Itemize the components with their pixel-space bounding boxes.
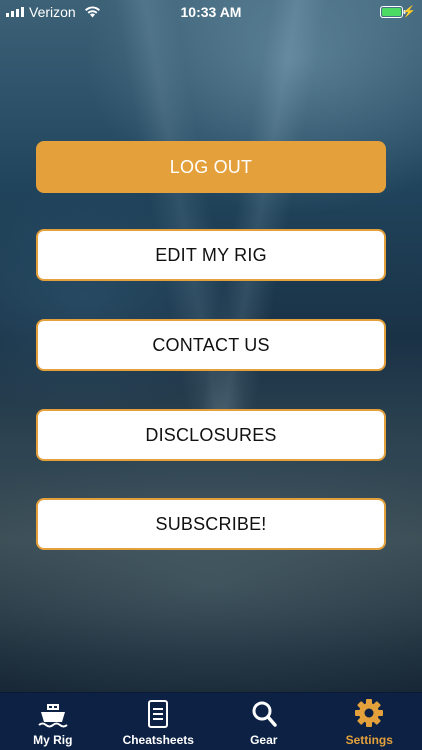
- tab-bar: My Rig Cheatsheets Gear Settings: [0, 692, 422, 750]
- tab-settings[interactable]: Settings: [317, 693, 422, 750]
- status-bar: Verizon 10:33 AM ⚡: [0, 0, 422, 24]
- tab-label: Settings: [345, 733, 393, 747]
- gear-icon: [355, 699, 384, 727]
- tab-my-rig[interactable]: My Rig: [0, 693, 106, 750]
- charging-bolt-icon: ⚡: [402, 6, 416, 18]
- edit-my-rig-button[interactable]: EDIT MY RIG: [36, 229, 386, 281]
- tab-gear[interactable]: Gear: [211, 693, 317, 750]
- notebook-icon: [148, 700, 169, 728]
- contact-us-button[interactable]: CONTACT US: [36, 319, 386, 371]
- boat-icon: [38, 704, 68, 728]
- tab-label: Gear: [250, 733, 278, 747]
- logout-button[interactable]: LOG OUT: [36, 141, 386, 193]
- tab-label: Cheatsheets: [122, 733, 194, 747]
- tab-label: My Rig: [33, 733, 73, 747]
- disclosures-button[interactable]: DISCLOSURES: [36, 409, 386, 461]
- subscribe-button[interactable]: SUBSCRIBE!: [36, 498, 386, 550]
- clock: 10:33 AM: [180, 4, 242, 20]
- tab-cheatsheets[interactable]: Cheatsheets: [106, 693, 212, 750]
- search-icon: [252, 701, 277, 727]
